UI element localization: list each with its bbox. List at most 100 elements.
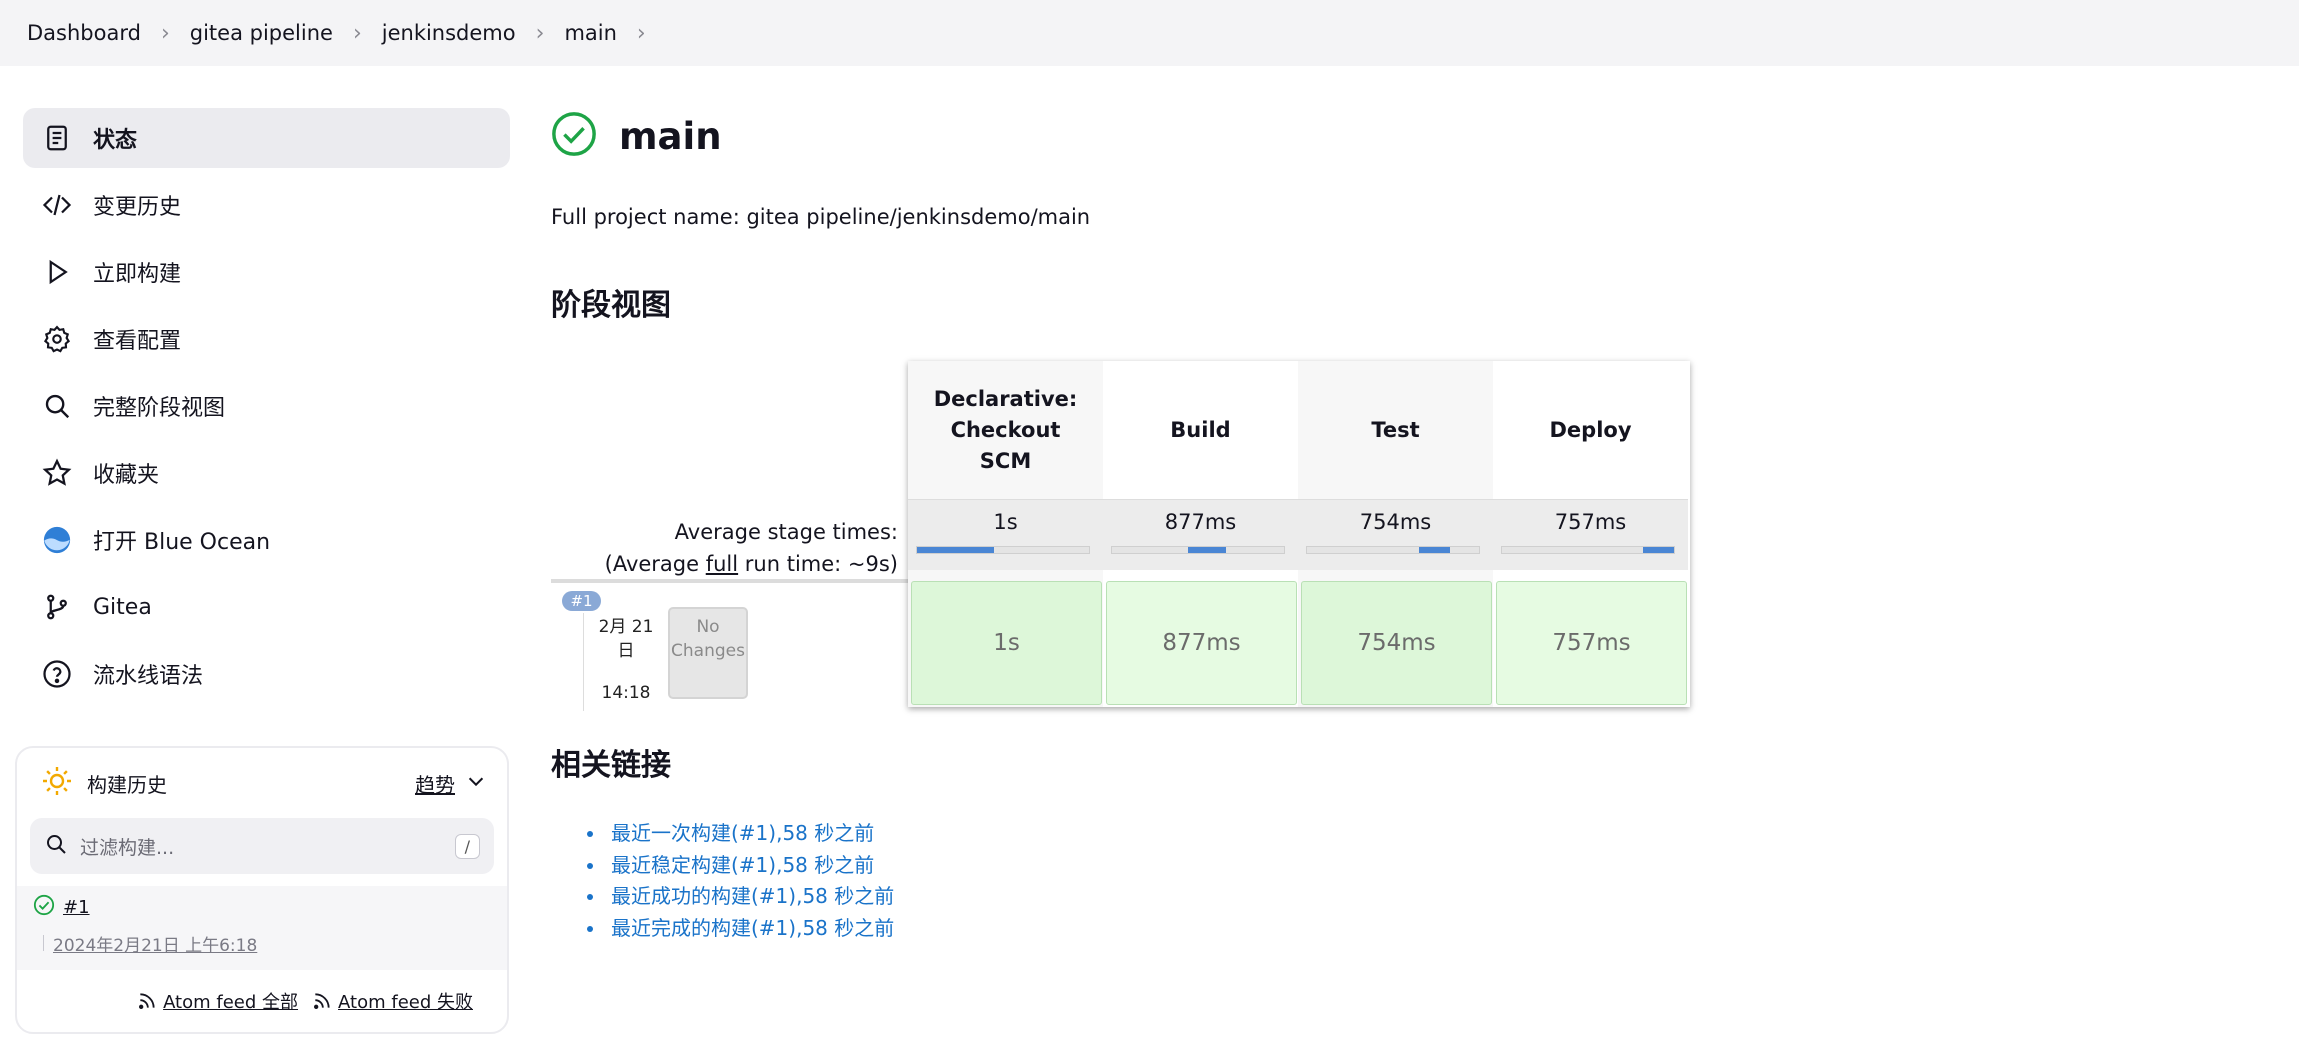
sun-icon: [41, 765, 73, 801]
average-run-prefix: (Average: [604, 552, 706, 576]
no-changes-box[interactable]: No Changes: [668, 607, 748, 699]
sidebar-item-label: 打开 Blue Ocean: [93, 530, 271, 555]
search-icon: [41, 390, 73, 422]
chevron-down-icon[interactable]: [465, 770, 487, 796]
stage-average: 754ms: [1298, 499, 1493, 570]
sidebar-item-pipeline-syntax[interactable]: 流水线语法: [23, 644, 510, 704]
run-date-line2: 日: [617, 641, 635, 661]
git-branch-icon: [41, 591, 73, 623]
full-run-time-link[interactable]: full: [706, 552, 738, 576]
stage-average-time: 877ms: [1164, 510, 1237, 534]
stage-cell[interactable]: 877ms: [1106, 581, 1297, 705]
last-build-link[interactable]: 最近一次构建(#1),58 秒之前: [587, 818, 894, 850]
stage-column: Declarative: Checkout SCM 1s 1s: [908, 361, 1103, 707]
no-changes-line1: No: [696, 617, 720, 637]
breadcrumb-dashboard[interactable]: Dashboard: [27, 21, 141, 45]
sidebar-item-favorite[interactable]: 收藏夹: [23, 443, 510, 503]
related-links-list: 最近一次构建(#1),58 秒之前 最近稳定构建(#1),58 秒之前 最近成功…: [587, 818, 894, 944]
page-title: main: [619, 114, 722, 158]
sidebar: 状态 变更历史 立即构建 查看配置 完整阶段视图 收藏夹 打开 Blue Oce…: [23, 108, 510, 711]
breadcrumb-main[interactable]: main: [564, 21, 616, 45]
last-completed-build-link[interactable]: 最近完成的构建(#1),58 秒之前: [587, 913, 894, 945]
sidebar-item-label: 立即构建: [93, 262, 182, 287]
stage-column: Build 877ms 877ms: [1103, 361, 1298, 707]
stage-cell[interactable]: 757ms: [1496, 581, 1687, 705]
run-date: 2月 21 日 14:18: [583, 613, 668, 711]
no-changes-line2: Changes: [671, 641, 745, 661]
main-content: main Full project name: gitea pipeline/j…: [551, 108, 1690, 940]
sidebar-item-status[interactable]: 状态: [23, 108, 510, 168]
document-icon: [41, 122, 73, 154]
rss-icon: [314, 993, 330, 1009]
keyboard-shortcut-badge: /: [454, 833, 480, 859]
stage-progress-bar: [1501, 546, 1675, 554]
breadcrumb-jenkinsdemo[interactable]: jenkinsdemo: [382, 21, 516, 45]
stage-progress-bar: [916, 546, 1090, 554]
build-date-link[interactable]: 2024年2月21日 上午6:18: [33, 931, 507, 956]
breadcrumb-gitea-pipeline[interactable]: gitea pipeline: [190, 21, 333, 45]
stage-column: Test 754ms 754ms: [1298, 361, 1493, 707]
filter-placeholder: 过滤构建...: [80, 836, 175, 859]
stage-table: Declarative: Checkout SCM 1s 1s Build 877m…: [908, 361, 1690, 707]
run-time: 14:18: [601, 683, 651, 703]
last-stable-build-link[interactable]: 最近稳定构建(#1),58 秒之前: [587, 850, 894, 882]
code-icon: [41, 189, 73, 221]
average-stage-times-label: Average stage times: (Average full run t…: [605, 516, 898, 580]
chevron-right-icon: ›: [160, 20, 170, 46]
breadcrumb: Dashboard › gitea pipeline › jenkinsdemo…: [0, 0, 2299, 66]
stage-progress-fill: [1643, 547, 1674, 553]
sidebar-item-label: 状态: [93, 128, 138, 153]
stage-cell[interactable]: 754ms: [1301, 581, 1492, 705]
build-history-title: 构建历史: [87, 772, 167, 797]
stage-average-time: 754ms: [1359, 510, 1432, 534]
rss-icon: [139, 993, 155, 1009]
stage-name-line: Test: [1371, 417, 1420, 442]
build-run-row[interactable]: #1 2月 21 日 14:18 No Changes: [551, 579, 908, 711]
stage-progress-bar: [1306, 546, 1480, 554]
average-stage-times-text: Average stage times:: [674, 520, 898, 544]
sidebar-item-label: 变更历史: [93, 195, 182, 220]
sidebar-item-configure[interactable]: 查看配置: [23, 309, 510, 369]
average-run-suffix: run time: ~9s): [738, 552, 898, 576]
build-number-link[interactable]: #1: [63, 897, 90, 918]
trend-link[interactable]: 趋势: [415, 769, 455, 798]
sidebar-item-build-now[interactable]: 立即构建: [23, 242, 510, 302]
atom-feed-failed-label: Atom feed 失败: [338, 992, 473, 1013]
chevron-right-icon[interactable]: ›: [637, 21, 646, 46]
stage-name-line: Declarative:: [933, 386, 1078, 411]
sidebar-item-full-stage-view[interactable]: 完整阶段视图: [23, 376, 510, 436]
atom-feed-all-label: Atom feed 全部: [163, 992, 299, 1013]
sidebar-item-blue-ocean[interactable]: 打开 Blue Ocean: [23, 510, 510, 570]
stage-progress-fill: [917, 547, 995, 553]
project-full-name: Full project name: gitea pipeline/jenkin…: [551, 205, 1091, 229]
last-successful-build-link[interactable]: 最近成功的构建(#1),58 秒之前: [587, 881, 894, 913]
chevron-right-icon: ›: [535, 20, 545, 46]
atom-feed-failed-link[interactable]: Atom feed 失败: [312, 988, 473, 1014]
atom-feed-all-link[interactable]: Atom feed 全部: [137, 988, 298, 1014]
sidebar-item-gitea[interactable]: Gitea: [23, 577, 510, 637]
run-number-badge[interactable]: #1: [562, 591, 601, 611]
gear-icon: [41, 323, 73, 355]
stage-average-time: 757ms: [1554, 510, 1627, 534]
sidebar-item-changes[interactable]: 变更历史: [23, 175, 510, 235]
search-icon: [44, 832, 68, 860]
play-icon: [41, 256, 73, 288]
build-history-row[interactable]: #1 2024年2月21日 上午6:18: [17, 886, 507, 970]
success-status-icon: [551, 111, 597, 161]
stage-progress-bar: [1111, 546, 1285, 554]
chevron-right-icon: ›: [352, 20, 362, 46]
stage-average: 1s: [908, 499, 1103, 570]
stage-average-time: 1s: [993, 510, 1018, 534]
run-date-line1: 2月 21: [598, 617, 654, 637]
help-circle-icon: [41, 658, 73, 690]
stage-name-line: SCM: [979, 448, 1032, 473]
build-filter-input[interactable]: 过滤构建... /: [30, 818, 494, 874]
stage-header: Build: [1103, 361, 1298, 499]
success-check-icon: [33, 894, 55, 921]
stage-name-line: Deploy: [1549, 417, 1632, 442]
stage-progress-fill: [1187, 547, 1226, 553]
sidebar-item-label: 查看配置: [93, 329, 182, 354]
stage-cell[interactable]: 1s: [911, 581, 1102, 705]
stage-name-line: Checkout: [950, 417, 1061, 442]
blue-ocean-icon: [41, 524, 73, 556]
